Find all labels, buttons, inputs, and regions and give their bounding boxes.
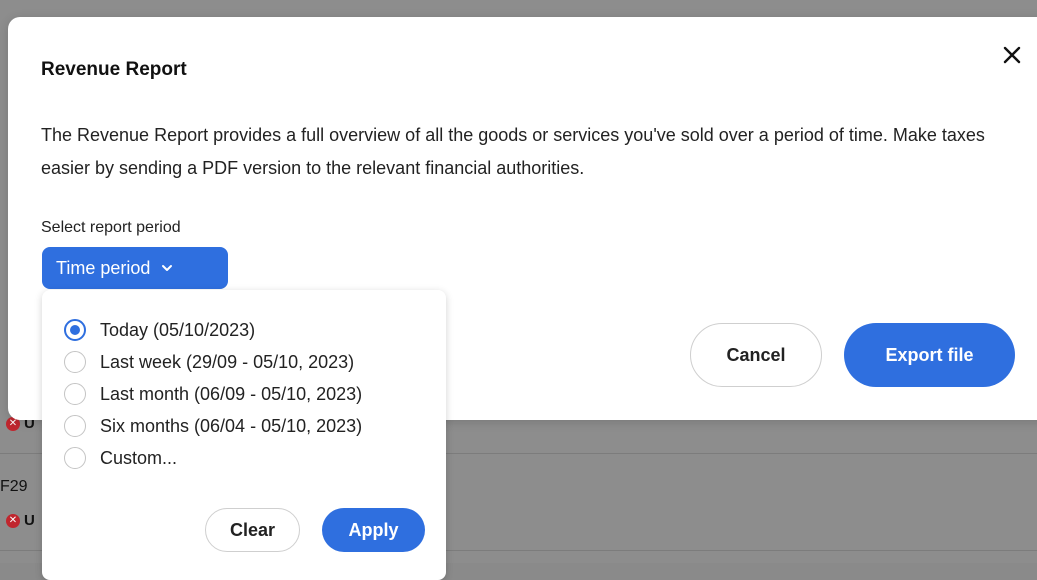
period-option-today[interactable]: Today (05/10/2023)	[64, 314, 362, 346]
chevron-down-icon	[162, 265, 173, 271]
modal-title: Revenue Report	[41, 59, 187, 80]
background-status-text: U	[24, 512, 35, 529]
background-status-2: ✕ U	[6, 512, 35, 529]
background-row-code: F29	[0, 478, 28, 495]
cancel-button[interactable]: Cancel	[690, 323, 822, 387]
radio-checked-icon[interactable]	[64, 319, 86, 341]
time-period-dropdown-button[interactable]: Time period	[42, 247, 228, 289]
report-period-label: Select report period	[41, 219, 181, 236]
period-option-label: Custom...	[100, 447, 178, 468]
period-options: Today (05/10/2023) Last week (29/09 - 05…	[64, 314, 362, 474]
period-option-last-week[interactable]: Last week (29/09 - 05/10, 2023)	[64, 346, 362, 378]
period-option-six-months[interactable]: Six months (06/04 - 05/10, 2023)	[64, 410, 362, 442]
period-option-label: Last month (06/09 - 05/10, 2023)	[100, 383, 363, 404]
time-period-label: Time period	[56, 257, 151, 278]
radio-unchecked-icon[interactable]	[64, 415, 86, 437]
period-option-custom[interactable]: Custom...	[64, 442, 362, 474]
time-period-dropdown: Today (05/10/2023) Last week (29/09 - 05…	[42, 290, 446, 580]
period-option-label: Last week (29/09 - 05/10, 2023)	[100, 351, 355, 372]
period-option-last-month[interactable]: Last month (06/09 - 05/10, 2023)	[64, 378, 362, 410]
radio-unchecked-icon[interactable]	[64, 383, 86, 405]
period-option-label: Today (05/10/2023)	[100, 319, 256, 340]
clear-button[interactable]: Clear	[205, 508, 300, 552]
modal-description: The Revenue Report provides a full overv…	[41, 125, 985, 178]
apply-button[interactable]: Apply	[322, 508, 425, 552]
period-option-label: Six months (06/04 - 05/10, 2023)	[100, 415, 363, 436]
close-button[interactable]	[998, 41, 1026, 69]
radio-unchecked-icon[interactable]	[64, 447, 86, 469]
error-x-icon: ✕	[6, 513, 20, 528]
radio-unchecked-icon[interactable]	[64, 351, 86, 373]
export-file-button[interactable]: Export file	[844, 323, 1015, 387]
close-icon	[1003, 46, 1021, 64]
